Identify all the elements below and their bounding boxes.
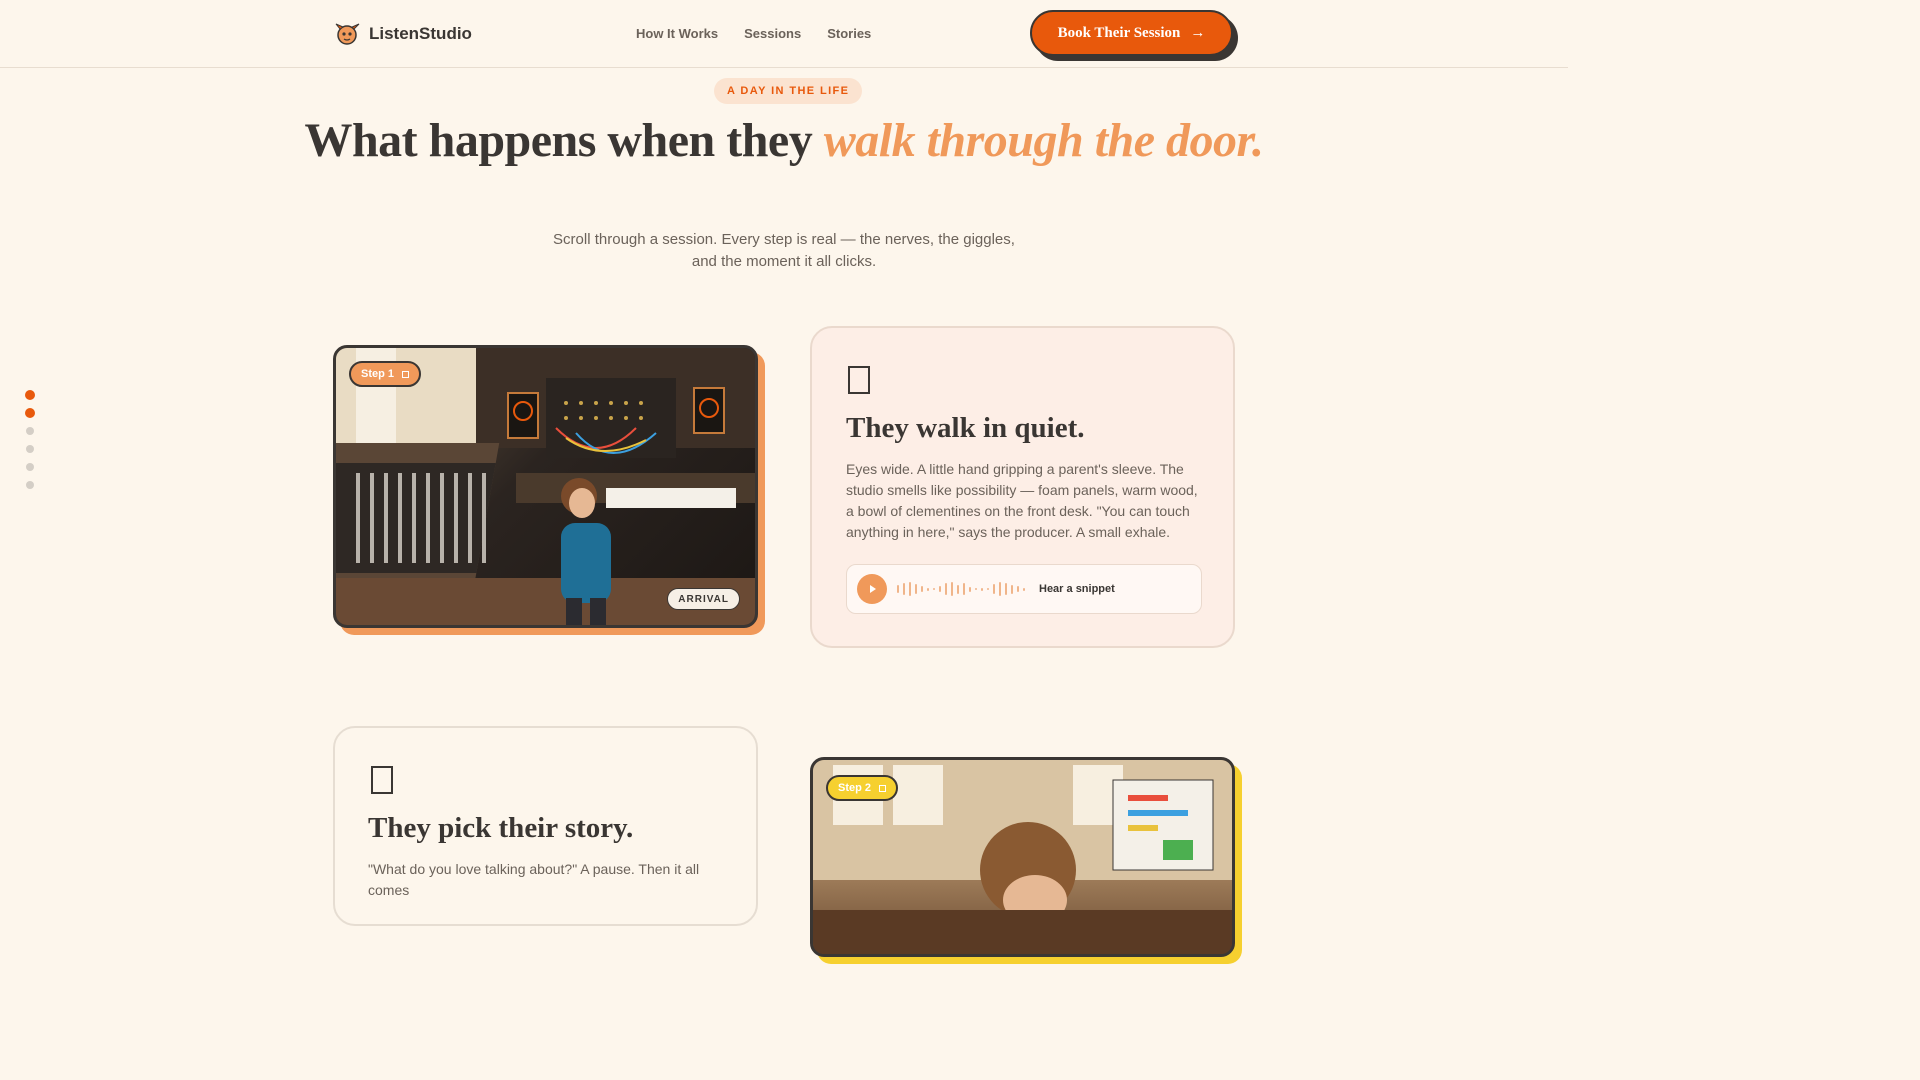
- step2-label: Step 2: [838, 782, 872, 794]
- step2-card: They pick their story. "What do you love…: [333, 726, 758, 926]
- step1-card: They walk in quiet. Eyes wide. A little …: [810, 326, 1235, 648]
- nav-link-how-it-works[interactable]: How It Works: [636, 26, 718, 41]
- nav-link-stories[interactable]: Stories: [827, 26, 871, 41]
- step1-body: Eyes wide. A little hand gripping a pare…: [846, 461, 1198, 540]
- progress-dot[interactable]: [26, 463, 34, 471]
- square-icon: [402, 370, 410, 378]
- scroll-progress-dots: [25, 390, 35, 490]
- waveform-icon: [897, 579, 1025, 599]
- progress-dot[interactable]: [25, 390, 35, 400]
- door-icon: [848, 366, 870, 394]
- step1-badge: Step 1: [349, 361, 422, 387]
- step1-photo: Step 1 ARRIVAL: [333, 345, 758, 628]
- audio-snippet-player[interactable]: Hear a snippet: [846, 564, 1202, 614]
- main-nav: How It Works Sessions Stories: [636, 26, 871, 41]
- logo-mark-icon: [334, 20, 361, 47]
- snippet-label: Hear a snippet: [1039, 583, 1115, 595]
- hero-title-plain: What happens when they: [304, 114, 813, 167]
- site-header: ListenStudio How It Works Sessions Stori…: [0, 0, 1568, 68]
- book-session-label: Book Their Session: [1057, 24, 1181, 41]
- hero-subtitle: Scroll through a session. Every step is …: [553, 231, 1015, 270]
- step1-label: Step 1: [361, 368, 395, 380]
- hero-title-accent: walk through the door.: [823, 114, 1264, 167]
- step2-body: "What do you love talking about?" A paus…: [368, 861, 700, 898]
- eyebrow-badge: A DAY IN THE LIFE: [714, 78, 863, 104]
- progress-dot[interactable]: [25, 408, 35, 418]
- step2-photo: Step 2: [810, 757, 1235, 957]
- arrival-tag: ARRIVAL: [667, 588, 740, 610]
- hero-title: What happens when they walk through the …: [300, 116, 1268, 166]
- play-icon[interactable]: [857, 574, 887, 604]
- book-session-button[interactable]: Book Their Session →: [1030, 10, 1233, 56]
- progress-dot[interactable]: [26, 445, 34, 453]
- step1-title: They walk in quiet.: [846, 412, 1085, 444]
- studio-scene-illustration: [336, 348, 755, 625]
- brand-name: ListenStudio: [369, 23, 472, 43]
- arrow-right-icon: →: [1190, 24, 1206, 41]
- step2-badge: Step 2: [826, 775, 899, 801]
- square-icon: [879, 784, 887, 792]
- step2-title: They pick their story.: [368, 812, 634, 844]
- progress-dot[interactable]: [26, 481, 34, 489]
- story-icon: [371, 766, 393, 794]
- nav-link-sessions[interactable]: Sessions: [744, 26, 801, 41]
- progress-dot[interactable]: [26, 427, 34, 435]
- brand-logo[interactable]: ListenStudio: [334, 20, 472, 47]
